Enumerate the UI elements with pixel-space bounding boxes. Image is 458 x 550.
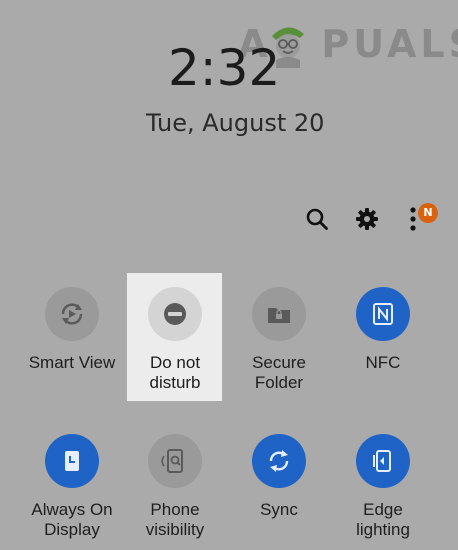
tile-label-line2: disturb bbox=[149, 373, 201, 392]
tile-phone-visibility[interactable]: Phone visibility bbox=[123, 434, 227, 540]
clock-display-icon bbox=[65, 451, 79, 471]
minus-circle-icon bbox=[164, 303, 186, 325]
smart-view-icon bbox=[61, 303, 83, 325]
phone-search-icon bbox=[161, 449, 183, 473]
sync-icon bbox=[269, 450, 289, 472]
tile-label: Smart View bbox=[28, 353, 116, 372]
tile-always-on-display[interactable]: Always On Display bbox=[20, 434, 124, 540]
tile-label-line2: visibility bbox=[145, 520, 205, 539]
tile-label-line2: lighting bbox=[356, 520, 410, 539]
search-button[interactable] bbox=[299, 201, 335, 237]
nfc-icon bbox=[373, 303, 393, 325]
folder-lock-icon bbox=[268, 308, 290, 323]
tile-label: Phone bbox=[150, 500, 200, 519]
tile-label: Always On bbox=[31, 500, 113, 519]
lockscreen-date: Tue, August 20 bbox=[146, 109, 325, 137]
tile-edge-lighting[interactable]: Edge lighting bbox=[331, 434, 435, 540]
tile-nfc[interactable]: NFC bbox=[331, 287, 435, 373]
more-vertical-icon bbox=[410, 207, 416, 231]
tile-sync[interactable]: Sync bbox=[227, 434, 331, 520]
logo-letters-puals: PUALS bbox=[321, 22, 458, 66]
tile-do-not-disturb[interactable]: Do not disturb bbox=[123, 287, 227, 393]
settings-button[interactable] bbox=[349, 201, 385, 237]
gear-icon bbox=[356, 208, 378, 230]
notification-panel: APUALS 2:32 Tue, August 20 bbox=[0, 0, 458, 550]
notification-badge: N bbox=[418, 203, 438, 223]
search-icon bbox=[306, 208, 328, 230]
lockscreen-time: 2:32 bbox=[168, 39, 281, 97]
tile-label-line2: Display bbox=[44, 520, 100, 539]
tile-label-line2: Folder bbox=[254, 373, 304, 392]
tile-label: Do not bbox=[149, 353, 201, 372]
tile-smart-view[interactable]: Smart View bbox=[20, 287, 124, 373]
tile-secure-folder[interactable]: Secure Folder bbox=[227, 287, 331, 393]
edge-lighting-icon bbox=[373, 450, 391, 472]
tile-label: Edge bbox=[363, 500, 403, 519]
tile-label: NFC bbox=[365, 353, 401, 372]
tile-label: Secure bbox=[252, 353, 306, 372]
tile-label: Sync bbox=[260, 500, 298, 519]
